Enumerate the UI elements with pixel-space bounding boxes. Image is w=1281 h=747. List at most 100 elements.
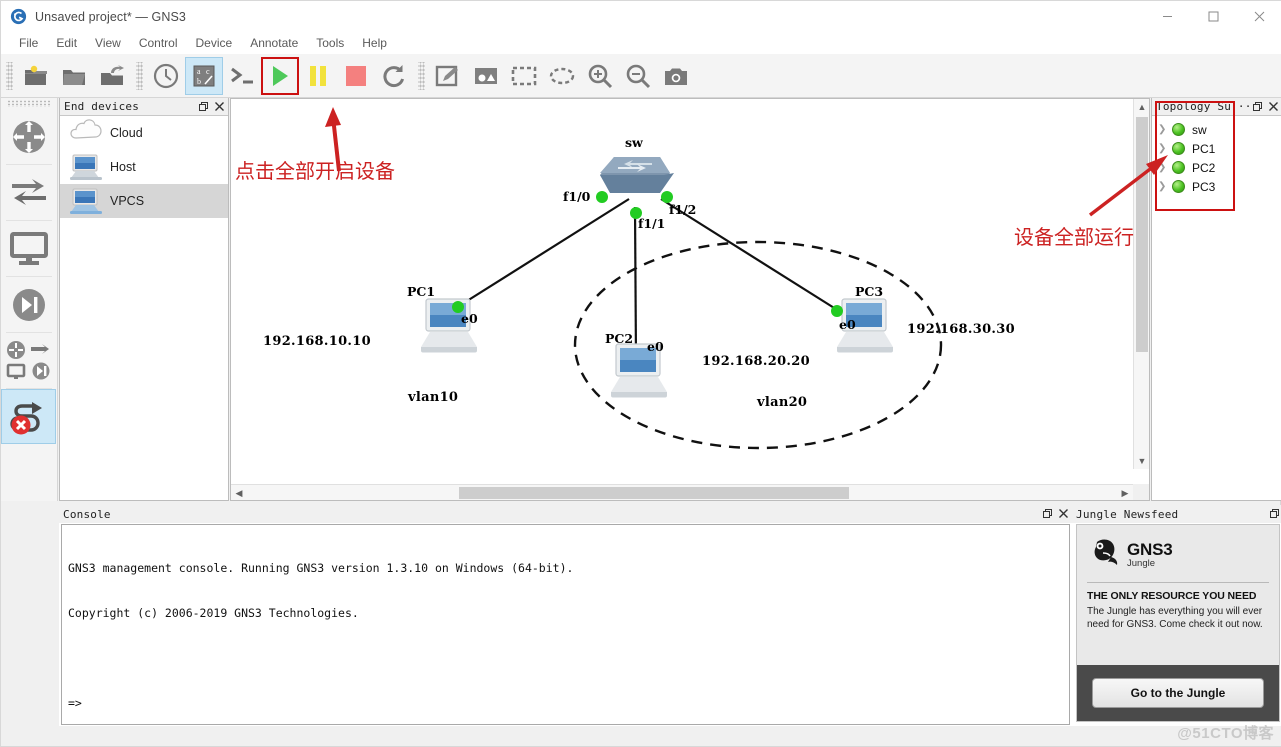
suspend-all-icon[interactable] <box>299 57 337 95</box>
add-note-icon[interactable] <box>429 57 467 95</box>
end-device-item-cloud[interactable]: Cloud <box>60 116 228 150</box>
all-devices-icon[interactable] <box>1 333 56 388</box>
topology-node-label: PC3 <box>1192 179 1216 194</box>
scroll-right-arrow[interactable]: ▶ <box>1117 485 1133 501</box>
close-icon[interactable] <box>214 101 225 114</box>
jungle-title-bar: Jungle Newsfeed <box>1072 505 1281 523</box>
menu-help[interactable]: Help <box>353 34 396 52</box>
end-devices-icon[interactable] <box>1 221 56 276</box>
add-link-icon[interactable] <box>1 389 56 444</box>
switches-icon[interactable] <box>1 165 56 220</box>
stop-all-icon[interactable] <box>337 57 375 95</box>
draw-ellipse-icon[interactable] <box>543 57 581 95</box>
jungle-logo: GNS3 Jungle <box>1077 525 1279 578</box>
menu-tools[interactable]: Tools <box>307 34 353 52</box>
annotation-ip-pc2: 192.168.20.20 <box>702 354 810 369</box>
jungle-headline: THE ONLY RESOURCE YOU NEED <box>1087 590 1257 602</box>
menu-edit[interactable]: Edit <box>47 34 86 52</box>
node-label-pc3: PC3 <box>855 284 884 299</box>
close-icon[interactable] <box>1268 101 1279 114</box>
restore-icon[interactable] <box>1268 508 1279 521</box>
chevron-right-icon[interactable]: ❯ <box>1158 124 1172 135</box>
topology-node-pc1[interactable]: ❯ PC1 <box>1152 139 1281 158</box>
routers-icon[interactable] <box>1 109 56 164</box>
canvas-horizontal-scrollbar[interactable]: ◀ ▶ <box>231 484 1133 500</box>
restore-icon[interactable] <box>197 101 208 114</box>
node-sw[interactable] <box>596 149 674 202</box>
window-controls <box>1144 1 1281 32</box>
minimize-icon[interactable] <box>1144 1 1190 32</box>
zoom-in-icon[interactable] <box>581 57 619 95</box>
go-to-jungle-button[interactable]: Go to the Jungle <box>1092 678 1264 708</box>
snapshot-clock-icon[interactable] <box>147 57 185 95</box>
svg-text:c: c <box>206 67 210 76</box>
menu-control[interactable]: Control <box>130 34 187 52</box>
security-devices-icon[interactable] <box>1 277 56 332</box>
interface-label-f1-0: f1/0 <box>563 189 591 204</box>
chevron-right-icon[interactable]: ❯ <box>1158 162 1172 173</box>
toolbar-grip[interactable] <box>6 61 13 90</box>
restore-icon[interactable] <box>1041 508 1052 521</box>
topology-node-label: PC1 <box>1192 141 1216 156</box>
svg-text:b: b <box>197 77 201 86</box>
menu-view[interactable]: View <box>86 34 130 52</box>
insert-image-icon[interactable] <box>467 57 505 95</box>
screenshot-icon[interactable] <box>657 57 695 95</box>
device-toolbar-grip[interactable] <box>7 100 51 107</box>
node-label-sw: sw <box>625 135 643 150</box>
maximize-icon[interactable] <box>1190 1 1236 32</box>
reload-all-icon[interactable] <box>375 57 413 95</box>
status-bar <box>1 726 1281 746</box>
console-prompt-icon[interactable] <box>223 57 261 95</box>
menu-device[interactable]: Device <box>187 34 242 52</box>
annotation-ip-pc3: 192.168.30.30 <box>907 322 1015 337</box>
start-all-icon[interactable] <box>261 56 299 95</box>
annotation-start-all-note: 点击全部开启设备 <box>235 159 395 183</box>
console-line: Copyright (c) 2006-2019 GNS3 Technologie… <box>68 606 359 620</box>
zoom-out-icon[interactable] <box>619 57 657 95</box>
canvas-vertical-scrollbar[interactable]: ▲ ▼ <box>1133 99 1149 469</box>
menu-annotate[interactable]: Annotate <box>241 34 307 52</box>
chevron-right-icon[interactable]: ❯ <box>1158 181 1172 192</box>
topology-node-pc3[interactable]: ❯ PC3 <box>1152 177 1281 196</box>
end-device-item-host[interactable]: Host <box>60 150 228 184</box>
scrollbar-corner <box>1133 484 1149 500</box>
scroll-up-arrow[interactable]: ▲ <box>1134 99 1150 115</box>
console-line: GNS3 management console. Running GNS3 ve… <box>68 561 574 575</box>
svg-text:a: a <box>197 67 201 76</box>
jungle-logo-title: GNS3 <box>1127 539 1173 559</box>
end-device-item-vpcs[interactable]: VPCS <box>60 184 228 218</box>
interface-label-f1-1: f1/1 <box>638 216 666 231</box>
status-led <box>1172 142 1185 155</box>
new-project-icon[interactable] <box>17 57 55 95</box>
vertical-scroll-thumb[interactable] <box>1136 117 1148 352</box>
draw-rectangle-icon[interactable] <box>505 57 543 95</box>
console-output[interactable]: GNS3 management console. Running GNS3 ve… <box>61 524 1070 725</box>
horizontal-scroll-thumb[interactable] <box>459 487 849 499</box>
scroll-down-arrow[interactable]: ▼ <box>1134 453 1150 469</box>
topology-summary-title: Topology Su··· <box>1156 100 1252 113</box>
scroll-left-arrow[interactable]: ◀ <box>231 485 247 501</box>
menu-file[interactable]: File <box>10 34 47 52</box>
save-project-as-icon[interactable] <box>93 57 131 95</box>
toolbar-grip-3[interactable] <box>418 61 425 90</box>
node-pc1[interactable] <box>419 297 479 360</box>
close-icon[interactable] <box>1058 508 1069 521</box>
topology-summary-list: ❯ sw ❯ PC1 ❯ PC2 ❯ PC3 <box>1152 116 1281 196</box>
jungle-content: GNS3 Jungle THE ONLY RESOURCE YOU NEED T… <box>1076 524 1280 722</box>
node-label-pc2: PC2 <box>605 331 634 346</box>
topology-canvas[interactable]: sw PC1 PC2 PC3 f1/0 f1/1 f1/2 e0 e0 e0 1… <box>231 99 1133 469</box>
topology-node-pc2[interactable]: ❯ PC2 <box>1152 158 1281 177</box>
topology-node-sw[interactable]: ❯ sw <box>1152 120 1281 139</box>
gns3-app-icon <box>10 8 27 25</box>
open-project-icon[interactable] <box>55 57 93 95</box>
show-interface-labels-icon[interactable]: a c b <box>185 56 223 95</box>
toolbar-grip-2[interactable] <box>136 61 143 90</box>
jungle-body-text: The Jungle has everything you will ever … <box>1087 606 1263 630</box>
status-led <box>1172 180 1185 193</box>
annotation-ip-pc1: 192.168.10.10 <box>263 334 371 349</box>
restore-icon[interactable] <box>1251 101 1262 114</box>
status-led <box>1172 161 1185 174</box>
close-icon[interactable] <box>1236 1 1281 32</box>
chevron-right-icon[interactable]: ❯ <box>1158 143 1172 154</box>
